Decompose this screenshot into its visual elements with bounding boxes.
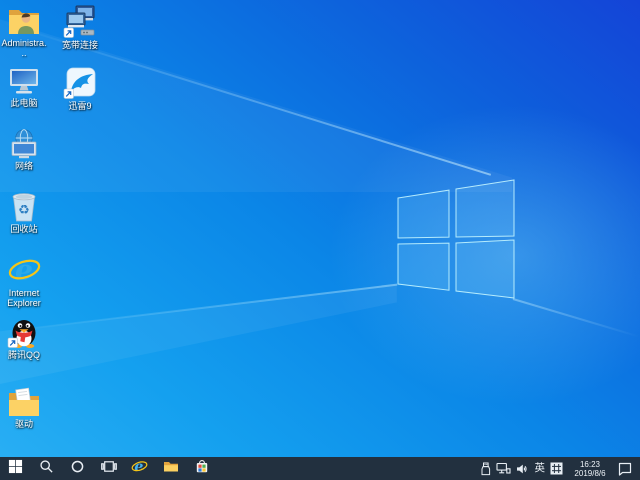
- desktop-icon-drivers[interactable]: 驱动: [1, 387, 47, 429]
- usb-icon[interactable]: [480, 457, 491, 480]
- ime-language-indicator[interactable]: 英: [535, 457, 546, 480]
- internet-explorer-button[interactable]: e: [124, 457, 155, 480]
- windows-logo: [396, 176, 516, 302]
- folder-icon: [163, 459, 179, 478]
- desktop-icon-label: 驱动: [1, 419, 47, 429]
- task-view-button[interactable]: [93, 457, 124, 480]
- desktop-icon-label: 迅雷9: [57, 101, 103, 111]
- ie-icon: e: [131, 458, 148, 480]
- desktop: Administra... 宽带连接: [0, 0, 640, 480]
- network-status-icon[interactable]: [496, 457, 511, 480]
- svg-text:e: e: [15, 253, 33, 286]
- shortcut-arrow-overlay: [8, 338, 18, 348]
- clock-date: 2019/8/6: [574, 469, 605, 478]
- administrator-folder-icon: [1, 5, 47, 37]
- desktop-icon-broadband[interactable]: 宽带连接: [57, 5, 103, 50]
- desktop-icon-network[interactable]: 网络: [1, 129, 47, 171]
- drivers-folder-icon: [1, 387, 47, 418]
- desktop-icon-internet-explorer[interactable]: e Internet Explorer: [1, 253, 47, 308]
- internet-explorer-icon: e: [1, 253, 47, 287]
- clock-time: 16:23: [580, 460, 600, 469]
- desktop-icon-label: 宽带连接: [57, 40, 103, 50]
- desktop-icon-label: 网络: [1, 161, 47, 171]
- taskbar: e: [0, 457, 640, 480]
- qq-penguin-icon: [1, 315, 47, 349]
- action-center-icon[interactable]: [617, 457, 633, 480]
- search-icon: [39, 459, 54, 479]
- desktop-icon-label: 腾讯QQ: [1, 350, 47, 360]
- desktop-icon-label: Internet Explorer: [1, 288, 47, 308]
- windows-start-icon: [8, 459, 23, 479]
- volume-icon[interactable]: [516, 457, 530, 480]
- desktop-icon-label: 此电脑: [1, 98, 47, 108]
- desktop-icon-recycle-bin[interactable]: ♻ 回收站: [1, 191, 47, 234]
- store-bag-icon: [194, 458, 210, 479]
- network-globe-icon: [1, 129, 47, 160]
- store-button[interactable]: [186, 457, 217, 480]
- desktop-icon-tencent-qq[interactable]: 腾讯QQ: [1, 315, 47, 360]
- cortana-button[interactable]: [62, 457, 93, 480]
- system-tray: 英 16:23 2019/8/6: [480, 457, 640, 480]
- desktop-icon-label: 回收站: [1, 224, 47, 234]
- task-view-icon: [101, 459, 117, 479]
- this-pc-icon: [1, 66, 47, 97]
- desktop-icon-thunder9[interactable]: 迅雷9: [57, 66, 103, 111]
- recycle-bin-icon: ♻: [1, 191, 47, 223]
- shortcut-arrow-overlay: [64, 28, 74, 38]
- desktop-icon-this-pc[interactable]: 此电脑: [1, 66, 47, 108]
- ime-grid-icon[interactable]: [550, 457, 563, 480]
- search-button[interactable]: [31, 457, 62, 480]
- thunder-bird-icon: [57, 66, 103, 100]
- broadband-connection-icon: [57, 5, 103, 39]
- desktop-icon-administrator[interactable]: Administra...: [1, 5, 47, 58]
- taskbar-clock[interactable]: 16:23 2019/8/6: [568, 460, 612, 478]
- cortana-circle-icon: [70, 459, 85, 479]
- file-explorer-button[interactable]: [155, 457, 186, 480]
- shortcut-arrow-overlay: [64, 89, 74, 99]
- start-button[interactable]: [0, 457, 31, 480]
- desktop-icon-label: Administra...: [1, 38, 47, 58]
- svg-text:♻: ♻: [18, 202, 30, 217]
